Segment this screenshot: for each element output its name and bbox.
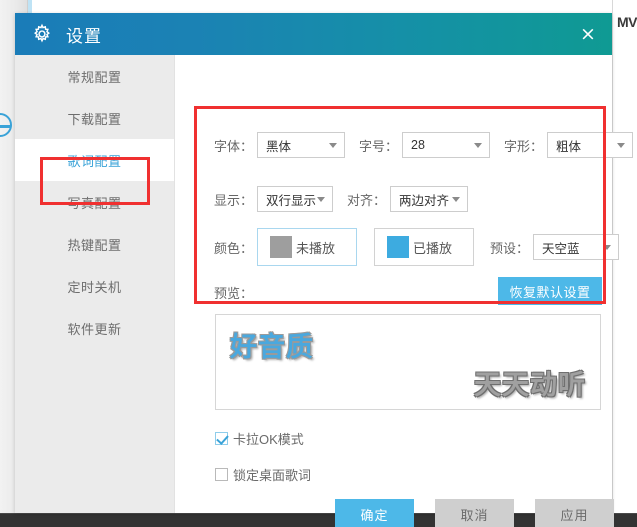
sidebar-item-hotkeys[interactable]: 热键配置 bbox=[15, 223, 174, 265]
close-icon[interactable]: × bbox=[578, 24, 598, 44]
sidebar-item-general[interactable]: 常规配置 bbox=[15, 55, 174, 97]
sidebar-item-label: 常规配置 bbox=[67, 69, 122, 85]
preview-label: 预览： bbox=[214, 286, 254, 301]
chevron-down-icon bbox=[317, 197, 326, 202]
preset-label: 预设： bbox=[490, 240, 530, 256]
font-select-value: 黑体 bbox=[266, 139, 292, 154]
sidebar-item-label: 下载配置 bbox=[67, 111, 122, 127]
chevron-down-icon bbox=[617, 143, 626, 148]
style-label: 字形： bbox=[504, 138, 544, 154]
cancel-button-label: 取消 bbox=[460, 508, 489, 523]
dialog-titlebar: 设置 × bbox=[15, 13, 612, 55]
size-select-value: 28 bbox=[411, 138, 425, 152]
main-content: 字体： 黑体 字号： 28 字形： 粗体 显示： 双行显示 对齐： 两边对齐 颜… bbox=[176, 55, 634, 527]
align-select[interactable]: 两边对齐 bbox=[390, 186, 469, 212]
gear-icon bbox=[34, 23, 50, 43]
played-color-button[interactable]: 已播放 bbox=[374, 228, 475, 266]
restore-defaults-label: 恢复默认设置 bbox=[509, 284, 591, 300]
lyrics-preview-box: 好音质 天天动听 bbox=[215, 314, 601, 410]
checkmark-icon bbox=[215, 432, 228, 445]
sidebar-item-label: 软件更新 bbox=[67, 321, 122, 337]
sidebar-item-label: 写真配置 bbox=[67, 195, 122, 211]
sidebar-item-label: 歌词配置 bbox=[67, 153, 122, 169]
played-color-label: 已播放 bbox=[413, 240, 453, 256]
size-select[interactable]: 28 bbox=[402, 132, 491, 158]
display-label: 显示： bbox=[214, 192, 254, 208]
restore-defaults-button[interactable]: 恢复默认设置 bbox=[498, 277, 602, 305]
apply-button-label: 应用 bbox=[560, 508, 589, 523]
chevron-down-icon bbox=[603, 245, 612, 250]
style-select-value: 粗体 bbox=[556, 139, 582, 154]
font-label: 字体： bbox=[214, 138, 254, 154]
ok-button-label: 确定 bbox=[360, 508, 389, 523]
dialog-title: 设置 bbox=[66, 26, 102, 46]
unplayed-color-button[interactable]: 未播放 bbox=[257, 228, 358, 266]
chevron-down-icon bbox=[474, 143, 483, 148]
font-select[interactable]: 黑体 bbox=[257, 132, 346, 158]
display-row: 显示： 双行显示 对齐： 两边对齐 bbox=[214, 186, 469, 212]
preview-unplayed-text: 天天动听 bbox=[474, 370, 586, 400]
sidebar-item-label: 定时关机 bbox=[67, 279, 122, 295]
karaoke-mode-label: 卡拉OK模式 bbox=[233, 432, 304, 447]
sidebar-item-timer-shutdown[interactable]: 定时关机 bbox=[15, 265, 174, 307]
align-label: 对齐： bbox=[347, 192, 387, 208]
size-label: 字号： bbox=[359, 138, 399, 154]
sidebar-item-label: 热键配置 bbox=[67, 237, 122, 253]
ok-button[interactable]: 确定 bbox=[335, 499, 414, 527]
sidebar-item-software-update[interactable]: 软件更新 bbox=[15, 307, 174, 349]
settings-dialog: 设置 × 常规配置 下载配置 歌词配置 写真配置 热键配置 定时关机 软件更新 … bbox=[15, 13, 634, 527]
sidebar-item-lyrics[interactable]: 歌词配置 bbox=[15, 139, 174, 181]
sidebar-item-photos[interactable]: 写真配置 bbox=[15, 181, 174, 223]
chevron-down-icon bbox=[452, 197, 461, 202]
preset-select-value: 天空蓝 bbox=[542, 241, 580, 256]
lock-desktop-lyrics-checkbox[interactable]: 锁定桌面歌词 bbox=[215, 465, 311, 484]
unplayed-color-label: 未播放 bbox=[296, 240, 336, 256]
color-row: 颜色： 未播放 已播放 预设： 天空蓝 bbox=[214, 228, 620, 266]
lock-desktop-lyrics-label: 锁定桌面歌词 bbox=[233, 468, 312, 483]
preview-played-text: 好音质 bbox=[230, 332, 314, 362]
preset-select[interactable]: 天空蓝 bbox=[533, 234, 620, 260]
unplayed-color-chip bbox=[270, 236, 293, 258]
align-select-value: 两边对齐 bbox=[399, 193, 450, 208]
empty-checkbox-icon bbox=[215, 468, 228, 481]
dialog-body: 常规配置 下载配置 歌词配置 写真配置 热键配置 定时关机 软件更新 字体： 黑… bbox=[15, 55, 634, 527]
display-select-value: 双行显示 bbox=[266, 193, 317, 208]
font-row: 字体： 黑体 字号： 28 字形： 粗体 bbox=[214, 132, 634, 158]
color-label: 颜色： bbox=[214, 240, 254, 256]
preview-label-row: 预览： bbox=[214, 283, 253, 302]
apply-button[interactable]: 应用 bbox=[535, 499, 614, 527]
mv-label: MV bbox=[617, 14, 637, 30]
display-select[interactable]: 双行显示 bbox=[257, 186, 334, 212]
sidebar-item-download[interactable]: 下载配置 bbox=[15, 97, 174, 139]
style-select[interactable]: 粗体 bbox=[547, 132, 634, 158]
sidebar: 常规配置 下载配置 歌词配置 写真配置 热键配置 定时关机 软件更新 bbox=[15, 55, 175, 513]
karaoke-mode-checkbox[interactable]: 卡拉OK模式 bbox=[215, 429, 304, 448]
chevron-down-icon bbox=[329, 143, 338, 148]
played-color-chip bbox=[387, 236, 410, 258]
cancel-button[interactable]: 取消 bbox=[435, 499, 514, 527]
